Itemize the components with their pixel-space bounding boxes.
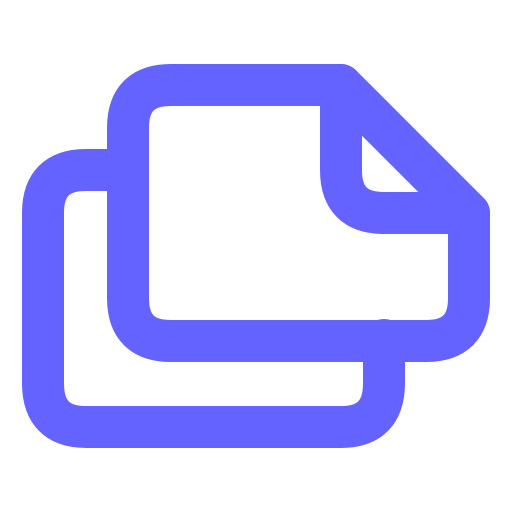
copy-document-icon <box>22 64 490 448</box>
icon-canvas <box>0 0 512 512</box>
